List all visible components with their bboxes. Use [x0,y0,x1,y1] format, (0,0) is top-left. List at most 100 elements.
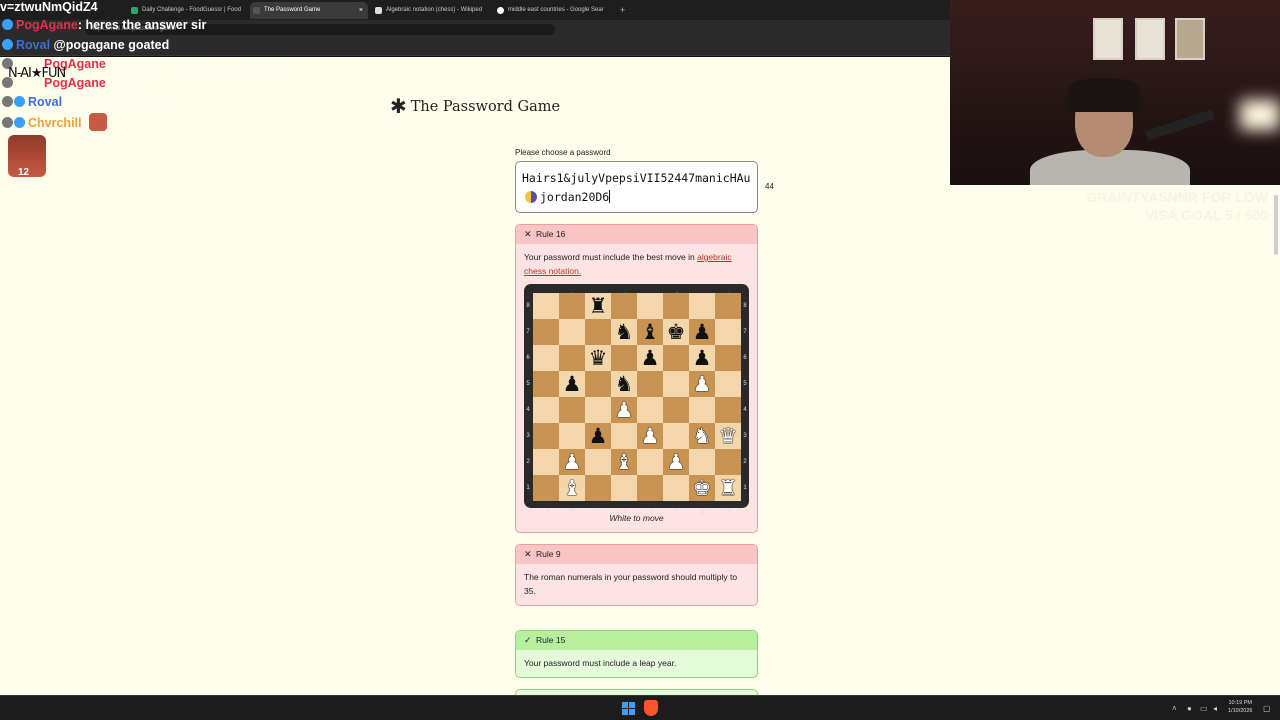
board-caption: White to move [609,513,664,523]
board-square-b4 [559,397,585,423]
board-square-h4 [715,397,741,423]
page-right-area [950,185,1280,695]
board-square-b6 [559,345,585,371]
board-square-f8 [663,293,689,319]
board-square-c3: ♟ [585,423,611,449]
webcam-feed [950,0,1280,185]
rule-title: Rule 15 [536,635,566,645]
sub-badge-icon [14,117,25,128]
rule-header: ✓ Rule 15 [516,631,757,650]
google-favicon-icon [497,7,504,14]
neal-fun-logo-text: N-AI★FUN [8,66,66,81]
close-tab-icon[interactable]: × [359,2,363,19]
tab-google-search[interactable]: middle east countries - Google Sear [494,2,614,19]
scrollbar[interactable] [1274,195,1278,255]
board-square-f1 [663,475,689,501]
white-rook-icon: ♜ [718,476,738,500]
rank-label: 7 [743,329,747,335]
rule-15-card: ✓ Rule 15 Your password must include a l… [515,630,758,678]
board-square-h5 [715,371,741,397]
clock-time: 10:19 PM [1228,700,1252,706]
emote-count: 12 [18,167,30,178]
brave-icon[interactable] [644,700,658,716]
board-square-d6 [611,345,637,371]
password-label: Please choose a password [515,148,611,157]
sub-badge-icon [2,19,13,30]
black-pawn-icon: ♟ [692,346,712,370]
notification-icon[interactable]: ▢ [1263,696,1271,720]
board-square-d4: ♟ [611,397,637,423]
taskbar: ˄ ● ▭ ◂ 10:19 PM 1/10/2026 ▢ [0,695,1280,720]
windows-start-icon[interactable] [622,702,635,715]
network-icon[interactable]: ▭ [1200,696,1208,720]
rule-header: ✕ Rule 9 [516,545,757,564]
wall-art [1175,18,1205,60]
text-caret [609,190,611,203]
rule-description: Your password must include the best move… [516,244,757,285]
mic-icon[interactable]: ● [1187,696,1192,720]
chat-message: Roval: uncultured swine [2,94,172,110]
black-queen-icon: ♛ [588,346,608,370]
system-clock[interactable]: 10:19 PM 1/10/2026 [1228,699,1252,715]
rank-label: 5 [526,381,530,387]
black-pawn-icon: ♟ [588,424,608,448]
password-input[interactable]: Hairs1&julyVpepsiVII52447manicHAu jordan2… [515,161,758,213]
board-square-g7: ♟ [689,319,715,345]
chat-username: Roval [28,95,63,109]
white-king-icon: ♚ [692,476,712,500]
speaker-icon[interactable]: ◂ [1213,696,1217,720]
fail-x-icon: ✕ [524,229,532,239]
overlay-line: VISA GOAL 5 / 500 [1145,207,1268,223]
board-square-a7 [533,319,559,345]
chat-username: Roval [16,38,51,52]
asterisk-icon: ✱ [389,94,407,118]
rank-label: 5 [743,381,747,387]
board-square-g1: ♚ [689,475,715,501]
board-square-b1: ♝ [559,475,585,501]
chat-text: : fuck [105,76,140,90]
fail-x-icon: ✕ [524,549,532,559]
rule-9-card: ✕ Rule 9 The roman numerals in your pass… [515,544,758,606]
board-square-c4 [585,397,611,423]
white-bishop-icon: ♝ [562,476,582,500]
board-square-a1 [533,475,559,501]
moon-phase-emoji-icon [525,191,537,203]
board-square-f5 [663,371,689,397]
wall-art [1135,18,1165,60]
board-square-c8: ♜ [585,293,611,319]
white-bishop-icon: ♝ [614,450,634,474]
board-square-a3 [533,423,559,449]
rank-label: 6 [743,355,747,361]
board-square-e6: ♟ [637,345,663,371]
board-square-d7: ♞ [611,319,637,345]
streamer-hair [1068,78,1140,112]
board-square-f4 [663,397,689,423]
rule-header: ✕ Rule 16 [516,225,757,244]
rank-label: 3 [743,433,747,439]
board-square-c6: ♛ [585,345,611,371]
chess-board: abcdefgh abcdefgh 87654321 87654321 ♜♞♝♚… [524,284,749,515]
pass-check-icon: ✓ [524,635,532,645]
board-square-a2 [533,449,559,475]
board-square-c2 [585,449,611,475]
tab-wikipedia[interactable]: Algebraic notation (chess) - Wikiped [372,2,490,19]
file-labels-bottom: abcdefgh [534,500,742,515]
rule-16-card: ✕ Rule 16 Your password must include the… [515,224,758,533]
rank-label: 1 [526,485,530,491]
black-rook-icon: ♜ [588,294,608,318]
new-tab-button[interactable]: + [620,2,625,19]
board-square-c7 [585,319,611,345]
password-length-count: 44 [765,182,774,191]
chat-message: Chvrchill: [2,113,108,131]
board-square-a6 [533,345,559,371]
chevron-up-icon[interactable]: ˄ [1172,696,1177,720]
overlay-line: GRAINTYASNNR FOR LOW [1086,189,1268,205]
board-square-h3: ♛ [715,423,741,449]
sub-badge-icon [2,117,13,128]
tab-label: middle east countries - Google Sear [508,7,604,13]
board-square-b5: ♟ [559,371,585,397]
rule-text: Your password must include the best move… [524,252,698,262]
board-square-e2 [637,449,663,475]
black-pawn-icon: ♟ [562,372,582,396]
sub-badge-icon [2,39,13,50]
